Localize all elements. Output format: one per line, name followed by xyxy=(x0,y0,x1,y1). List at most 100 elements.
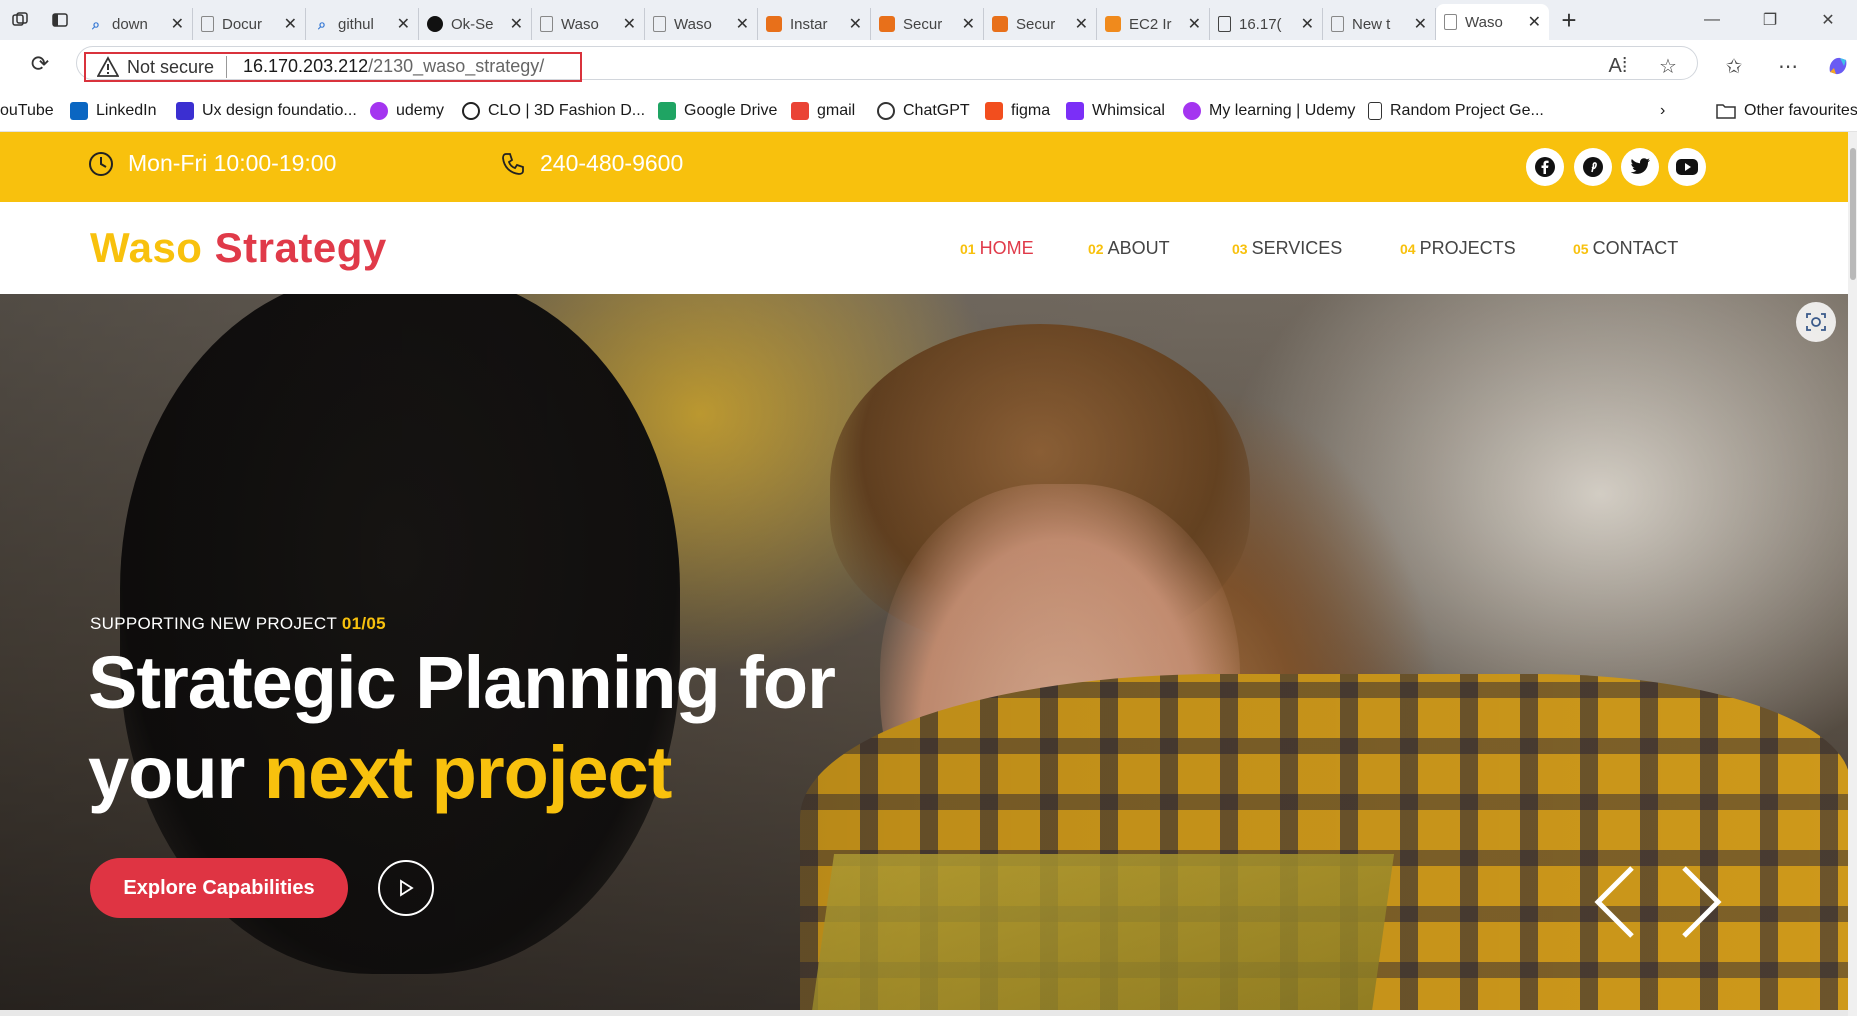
bookmarks-bar: ouTube LinkedIn Ux design foundatio... udem… xyxy=(0,92,1857,132)
hours-text: Mon-Fri 10:00-19:00 xyxy=(128,150,337,176)
close-tab-icon[interactable]: ✕ xyxy=(1414,14,1427,34)
bookmark-item[interactable]: Ux design foundatio... xyxy=(176,102,357,120)
reload-icon[interactable]: ⟳ xyxy=(24,48,56,80)
close-tab-icon[interactable]: ✕ xyxy=(1528,12,1541,32)
explore-capabilities-button[interactable]: Explore Capabilities xyxy=(90,858,348,918)
close-tab-icon[interactable]: ✕ xyxy=(171,14,184,34)
bookmark-item[interactable]: figma xyxy=(985,102,1050,120)
google-drive-icon xyxy=(658,102,676,120)
bookmark-item[interactable]: Whimsical xyxy=(1066,102,1165,120)
browser-tab[interactable]: Waso ✕ xyxy=(532,8,645,40)
nav-projects[interactable]: 04 PROJECTS xyxy=(1400,238,1516,259)
page-icon xyxy=(653,16,666,32)
warning-icon[interactable] xyxy=(97,56,119,78)
bookmark-item[interactable]: udemy xyxy=(370,102,444,120)
close-tab-icon[interactable]: ✕ xyxy=(1188,14,1201,34)
folder-icon xyxy=(1716,104,1736,119)
tab-title: Waso xyxy=(674,15,712,33)
site-logo[interactable]: Waso Strategy xyxy=(90,224,387,272)
close-tab-icon[interactable]: ✕ xyxy=(1301,14,1314,34)
nav-services[interactable]: 03 SERVICES xyxy=(1232,238,1342,259)
tab-title: Secur xyxy=(1016,15,1056,33)
workspaces-icon[interactable] xyxy=(0,0,40,40)
tab-title: Waso xyxy=(1465,13,1503,31)
phone-number[interactable]: 240-480-9600 xyxy=(540,150,683,177)
visual-search-icon[interactable] xyxy=(1796,302,1836,342)
phone-contact[interactable]: 240-480-9600 xyxy=(500,150,683,177)
security-label[interactable]: Not secure xyxy=(127,57,214,78)
youtube-icon[interactable] xyxy=(1668,148,1706,186)
close-window-icon[interactable]: ✕ xyxy=(1799,0,1857,40)
browser-tab[interactable]: Secur ✕ xyxy=(871,8,984,40)
browser-tab[interactable]: EC2 Ir ✕ xyxy=(1097,8,1210,40)
browser-tab[interactable]: 16.17(✕ xyxy=(1210,8,1323,40)
twitter-icon[interactable] xyxy=(1621,148,1659,186)
hero-title-line-1: Strategic Planning for xyxy=(88,641,836,724)
browser-tab[interactable]: ⌕ githul ✕ xyxy=(306,8,419,40)
linkedin-icon xyxy=(70,102,88,120)
close-tab-icon[interactable]: ✕ xyxy=(849,14,862,34)
github-icon xyxy=(427,16,443,32)
bookmark-item[interactable]: gmail xyxy=(791,102,855,120)
close-tab-icon[interactable]: ✕ xyxy=(397,14,410,34)
bookmarks-overflow-icon[interactable]: › xyxy=(1660,102,1665,120)
other-favourites[interactable]: Other favourites xyxy=(1716,102,1857,120)
hero-kicker: SUPPORTING NEW PROJECT 01/05 xyxy=(90,614,386,634)
close-tab-icon[interactable]: ✕ xyxy=(962,14,975,34)
favourites-icon[interactable]: ✩ xyxy=(1716,48,1752,84)
browser-tab[interactable]: Secur ✕ xyxy=(984,8,1097,40)
bookmark-label: CLO | 3D Fashion D... xyxy=(488,102,646,119)
bookmark-item[interactable]: Google Drive xyxy=(658,102,777,120)
browser-tab[interactable]: Docur ✕ xyxy=(193,8,306,40)
url-text[interactable]: 16.170.203.212/2130_waso_strategy/ xyxy=(243,56,544,77)
phone-icon xyxy=(502,152,524,175)
restore-icon[interactable]: ❐ xyxy=(1741,0,1799,40)
bookmark-item[interactable]: LinkedIn xyxy=(70,102,157,120)
hero-title-highlight: next project xyxy=(263,731,672,814)
search-icon: ⌕ xyxy=(318,15,326,32)
browser-tab[interactable]: New t ✕ xyxy=(1323,8,1436,40)
clo-icon xyxy=(462,102,480,120)
star-icon[interactable]: ☆ xyxy=(1650,48,1686,84)
browser-tab[interactable]: Waso ✕ xyxy=(645,8,758,40)
browser-tab[interactable]: Ok-Se ✕ xyxy=(419,8,532,40)
prev-slide-arrow-icon[interactable] xyxy=(1590,862,1640,942)
browser-tab[interactable]: Waso ✕ xyxy=(1436,4,1549,40)
browser-tab[interactable]: ⌕ down ✕ xyxy=(80,8,193,40)
nav-label: ABOUT xyxy=(1107,238,1170,258)
bookmark-label: ChatGPT xyxy=(903,102,970,119)
more-options-icon[interactable]: ⋯ xyxy=(1770,48,1806,84)
new-tab-button[interactable]: + xyxy=(1549,0,1589,40)
nav-home[interactable]: 01 HOME xyxy=(960,238,1034,259)
pinterest-icon[interactable] xyxy=(1574,148,1612,186)
bookmark-item[interactable]: Random Project Ge... xyxy=(1368,102,1544,120)
next-slide-arrow-icon[interactable] xyxy=(1676,862,1726,942)
close-tab-icon[interactable]: ✕ xyxy=(284,14,297,34)
bookmark-item[interactable]: My learning | Udemy xyxy=(1183,102,1355,120)
minimize-icon[interactable]: — xyxy=(1683,0,1741,40)
close-tab-icon[interactable]: ✕ xyxy=(623,14,636,34)
close-tab-icon[interactable]: ✕ xyxy=(510,14,523,34)
close-tab-icon[interactable]: ✕ xyxy=(736,14,749,34)
play-video-button[interactable] xyxy=(378,860,434,916)
bookmark-label: udemy xyxy=(396,102,445,119)
vertical-tabs-icon[interactable] xyxy=(40,0,80,40)
gmail-icon xyxy=(791,102,809,120)
nav-contact[interactable]: 05 CONTACT xyxy=(1573,238,1678,259)
bookmark-item[interactable]: ouTube xyxy=(0,102,54,120)
page-icon xyxy=(201,16,214,32)
read-aloud-icon[interactable]: A⁞ xyxy=(1600,48,1636,84)
whimsical-icon xyxy=(1066,102,1084,120)
bookmark-label: gmail xyxy=(817,102,856,119)
facebook-icon[interactable] xyxy=(1526,148,1564,186)
close-tab-icon[interactable]: ✕ xyxy=(1075,14,1088,34)
bookmark-item[interactable]: ChatGPT xyxy=(877,102,970,120)
nav-number: 03 xyxy=(1232,241,1248,257)
browser-tab[interactable]: Instar ✕ xyxy=(758,8,871,40)
nav-number: 02 xyxy=(1088,241,1104,257)
bookmark-item[interactable]: CLO | 3D Fashion D... xyxy=(462,102,645,120)
copilot-icon[interactable] xyxy=(1820,48,1856,84)
logo-word-1: Waso xyxy=(90,224,203,271)
scrollbar-thumb[interactable] xyxy=(1850,148,1856,280)
nav-about[interactable]: 02 ABOUT xyxy=(1088,238,1170,259)
